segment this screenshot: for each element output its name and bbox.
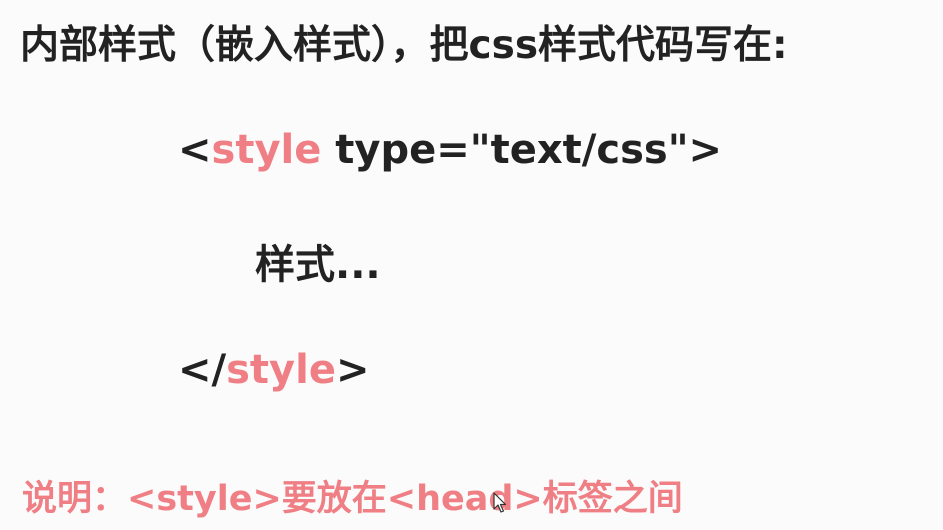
close-end-bracket: > <box>335 347 370 393</box>
code-style-content: 样式... <box>255 242 381 288</box>
code-open-style-tag: <style type="text/css"> <box>178 130 722 170</box>
type-attribute: type="text/css"> <box>321 127 723 173</box>
open-bracket: < <box>178 127 212 173</box>
mouse-pointer-icon <box>493 492 507 513</box>
close-tag-keyword: style <box>226 347 336 393</box>
code-close-style-tag: </style> <box>178 350 369 390</box>
note-text: 说明：<style>要放在<head>标签之间 <box>22 479 683 519</box>
open-tag-keyword: style <box>211 127 322 173</box>
heading-title: 内部样式（嵌入样式），把css样式代码写在: <box>20 23 788 68</box>
close-bracket: </ <box>178 347 227 393</box>
